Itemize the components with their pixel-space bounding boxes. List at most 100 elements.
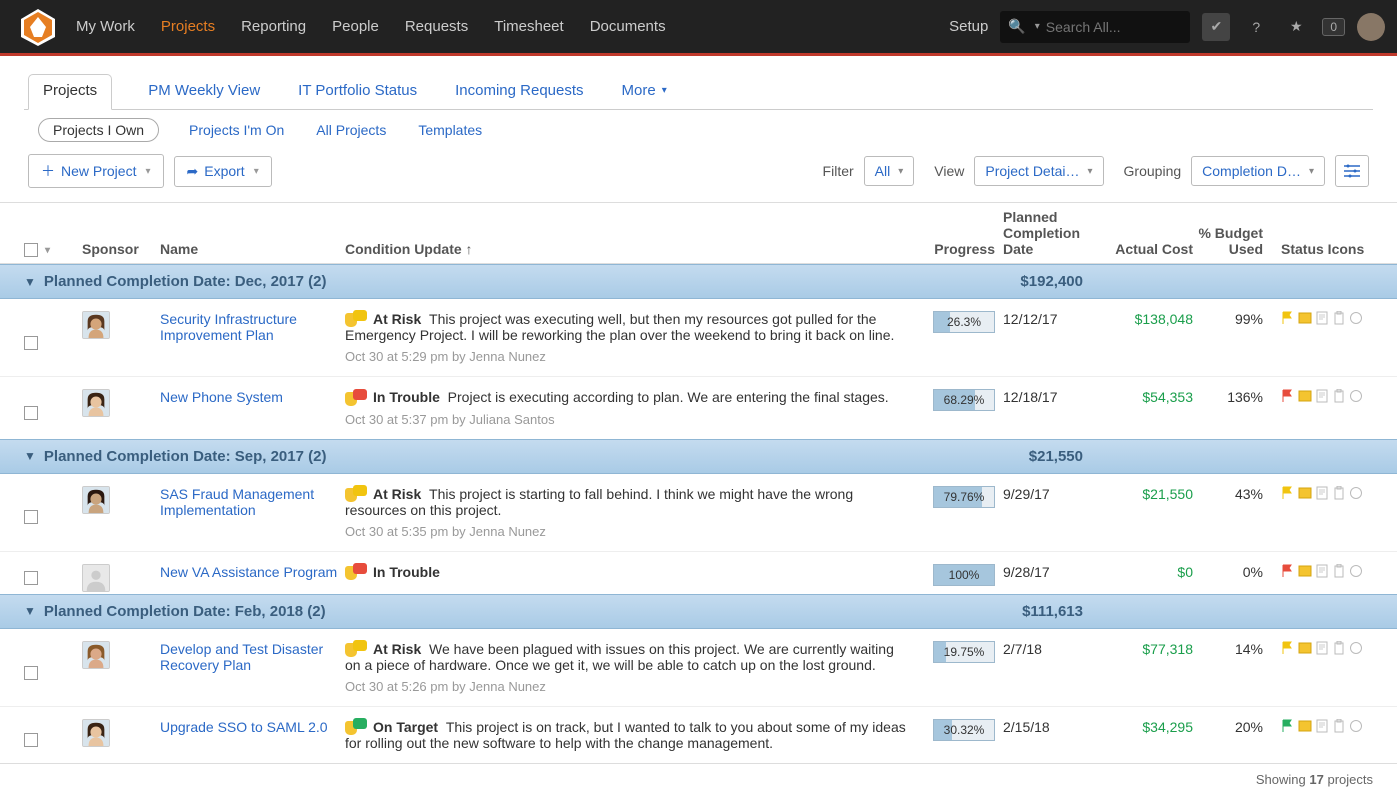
tab-projects[interactable]: Projects	[28, 74, 112, 110]
col-icons[interactable]: Status Icons	[1263, 241, 1373, 257]
view-dropdown[interactable]: Project Detai…▾	[974, 156, 1103, 186]
clipboard-icon[interactable]	[1332, 641, 1346, 655]
collapse-icon[interactable]: ▼	[24, 275, 36, 289]
progress-cell[interactable]: 19.75%	[933, 641, 995, 663]
clipboard-icon[interactable]	[1332, 389, 1346, 403]
tab-it-portfolio-status[interactable]: IT Portfolio Status	[296, 74, 419, 109]
circle-icon[interactable]	[1349, 389, 1363, 403]
topnav-timesheet[interactable]: Timesheet	[494, 18, 563, 35]
select-all-checkbox[interactable]	[24, 243, 38, 257]
sponsor-avatar[interactable]	[82, 311, 110, 339]
subtab-all-projects[interactable]: All Projects	[314, 118, 388, 142]
project-name-link[interactable]: Upgrade SSO to SAML 2.0	[160, 719, 328, 735]
new-project-button[interactable]: ＋New Project▾	[28, 154, 164, 188]
project-name-link[interactable]: New Phone System	[160, 389, 283, 405]
tab-pm-weekly-view[interactable]: PM Weekly View	[146, 74, 262, 109]
flag-icon[interactable]	[1281, 641, 1295, 655]
flag-icon[interactable]	[1281, 564, 1295, 578]
progress-cell[interactable]: 30.32%	[933, 719, 995, 741]
note-icon[interactable]	[1298, 564, 1312, 578]
col-date[interactable]: Planned Completion Date	[1003, 209, 1103, 257]
doc-icon[interactable]	[1315, 389, 1329, 403]
topnav-people[interactable]: People	[332, 18, 379, 35]
filter-dropdown[interactable]: All▾	[864, 156, 915, 186]
search-input[interactable]	[1046, 19, 1227, 35]
collapse-icon[interactable]: ▼	[24, 604, 36, 618]
note-icon[interactable]	[1298, 719, 1312, 733]
col-progress[interactable]: Progress	[923, 241, 1003, 257]
topnav-my-work[interactable]: My Work	[76, 18, 135, 35]
topnav-documents[interactable]: Documents	[590, 18, 666, 35]
project-name-link[interactable]: Develop and Test Disaster Recovery Plan	[160, 641, 323, 673]
grouping-dropdown[interactable]: Completion D…▾	[1191, 156, 1325, 186]
approvals-icon[interactable]: ✔	[1202, 13, 1230, 41]
tab-more[interactable]: More▾	[620, 74, 669, 109]
notifications-badge[interactable]: 0	[1322, 18, 1345, 36]
sponsor-avatar[interactable]	[82, 564, 110, 592]
collapse-icon[interactable]: ▼	[24, 449, 36, 463]
circle-icon[interactable]	[1349, 719, 1363, 733]
chevron-down-icon[interactable]: ▾	[45, 245, 50, 256]
note-icon[interactable]	[1298, 389, 1312, 403]
col-name[interactable]: Name	[160, 241, 345, 257]
col-cost[interactable]: Actual Cost	[1103, 241, 1193, 257]
group-header[interactable]: ▼Planned Completion Date: Sep, 2017 (2)$…	[0, 439, 1397, 474]
subtab-projects-i-m-on[interactable]: Projects I'm On	[187, 118, 286, 142]
topnav-requests[interactable]: Requests	[405, 18, 468, 35]
col-condition[interactable]: Condition Update ↑	[345, 241, 923, 257]
clipboard-icon[interactable]	[1332, 719, 1346, 733]
sponsor-avatar[interactable]	[82, 486, 110, 514]
user-avatar[interactable]	[1357, 13, 1385, 41]
col-sponsor[interactable]: Sponsor	[82, 241, 160, 257]
subtab-projects-i-own[interactable]: Projects I Own	[38, 118, 159, 142]
clipboard-icon[interactable]	[1332, 486, 1346, 500]
project-name-link[interactable]: SAS Fraud Management Implementation	[160, 486, 314, 518]
col-budget[interactable]: % Budget Used	[1193, 225, 1263, 257]
progress-cell[interactable]: 68.29%	[933, 389, 995, 411]
flag-icon[interactable]	[1281, 486, 1295, 500]
row-checkbox[interactable]	[24, 510, 38, 524]
export-button[interactable]: ➦Export▾	[174, 156, 272, 187]
row-checkbox[interactable]	[24, 666, 38, 680]
progress-cell[interactable]: 100%	[933, 564, 995, 586]
progress-cell[interactable]: 79.76%	[933, 486, 995, 508]
flag-icon[interactable]	[1281, 719, 1295, 733]
doc-icon[interactable]	[1315, 641, 1329, 655]
row-checkbox[interactable]	[24, 406, 38, 420]
circle-icon[interactable]	[1349, 311, 1363, 325]
note-icon[interactable]	[1298, 311, 1312, 325]
setup-link[interactable]: Setup	[949, 18, 988, 35]
topnav-projects[interactable]: Projects	[161, 18, 215, 35]
help-icon[interactable]: ?	[1242, 13, 1270, 41]
search-box[interactable]: 🔍▾	[1000, 11, 1190, 43]
app-logo[interactable]	[18, 7, 58, 47]
group-header[interactable]: ▼Planned Completion Date: Feb, 2018 (2)$…	[0, 594, 1397, 629]
group-header[interactable]: ▼Planned Completion Date: Dec, 2017 (2)$…	[0, 264, 1397, 299]
circle-icon[interactable]	[1349, 486, 1363, 500]
row-checkbox[interactable]	[24, 571, 38, 585]
settings-icon-button[interactable]	[1335, 155, 1369, 187]
circle-icon[interactable]	[1349, 641, 1363, 655]
topnav-reporting[interactable]: Reporting	[241, 18, 306, 35]
sponsor-avatar[interactable]	[82, 641, 110, 669]
progress-cell[interactable]: 26.3%	[933, 311, 995, 333]
subtab-templates[interactable]: Templates	[416, 118, 484, 142]
doc-icon[interactable]	[1315, 564, 1329, 578]
circle-icon[interactable]	[1349, 564, 1363, 578]
sponsor-avatar[interactable]	[82, 719, 110, 747]
note-icon[interactable]	[1298, 641, 1312, 655]
flag-icon[interactable]	[1281, 311, 1295, 325]
project-name-link[interactable]: New VA Assistance Program	[160, 564, 337, 580]
project-name-link[interactable]: Security Infrastructure Improvement Plan	[160, 311, 297, 343]
clipboard-icon[interactable]	[1332, 564, 1346, 578]
row-checkbox[interactable]	[24, 733, 38, 747]
sponsor-avatar[interactable]	[82, 389, 110, 417]
tab-incoming-requests[interactable]: Incoming Requests	[453, 74, 585, 109]
row-checkbox[interactable]	[24, 336, 38, 350]
flag-icon[interactable]	[1281, 389, 1295, 403]
favorites-icon[interactable]: ★	[1282, 13, 1310, 41]
note-icon[interactable]	[1298, 486, 1312, 500]
clipboard-icon[interactable]	[1332, 311, 1346, 325]
doc-icon[interactable]	[1315, 719, 1329, 733]
doc-icon[interactable]	[1315, 486, 1329, 500]
